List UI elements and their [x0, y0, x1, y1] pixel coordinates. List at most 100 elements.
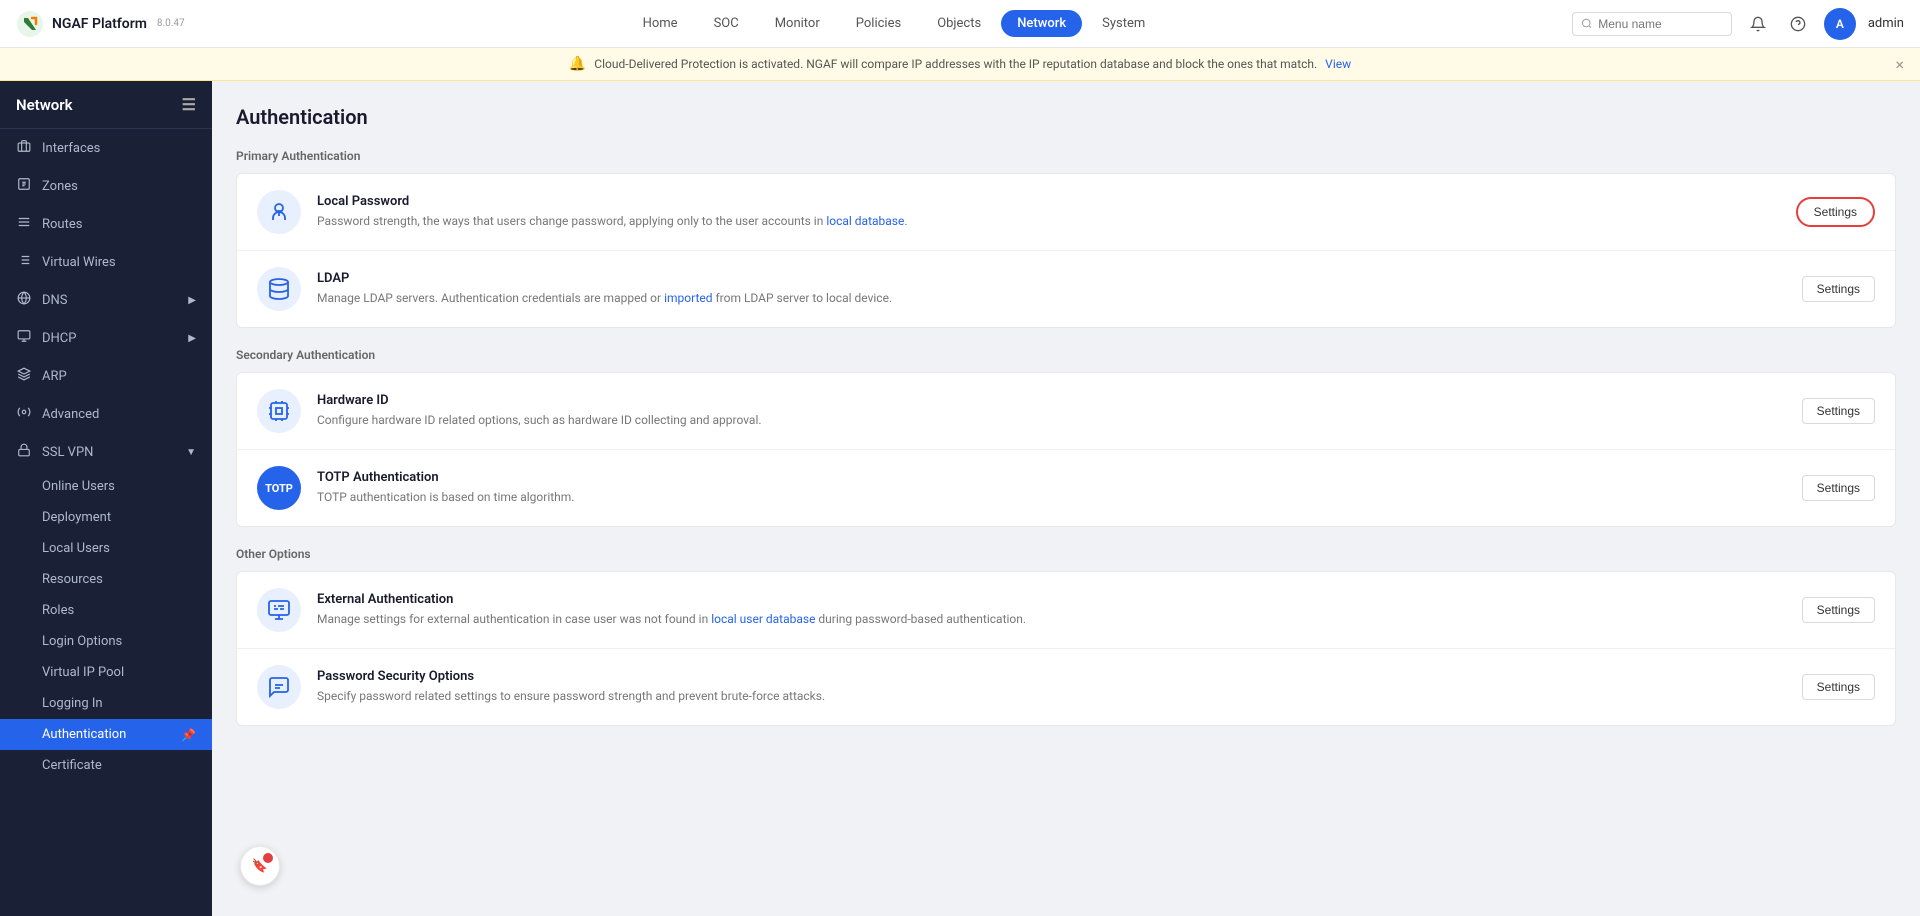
- external-auth-title: External Authentication: [317, 592, 1786, 607]
- sidebar-item-dhcp[interactable]: DHCP ▶: [0, 319, 212, 357]
- sidebar-item-label: Interfaces: [42, 141, 100, 156]
- search-input[interactable]: [1598, 17, 1723, 31]
- nav-policies[interactable]: Policies: [840, 10, 917, 37]
- brand: NGAF Platform 8.0.47: [16, 10, 216, 38]
- hardware-id-icon: [267, 399, 291, 423]
- sidebar-item-routes[interactable]: Routes: [0, 205, 212, 243]
- page-title: Authentication: [236, 105, 1896, 129]
- password-security-settings-button[interactable]: Settings: [1802, 674, 1875, 700]
- nav-objects[interactable]: Objects: [921, 10, 997, 37]
- help-icon: [1790, 16, 1806, 32]
- ldap-title: LDAP: [317, 271, 1786, 286]
- sidebar-item-virtual-wires[interactable]: Virtual Wires: [0, 243, 212, 281]
- sidebar-sub-virtual-ip-pool[interactable]: Virtual IP Pool: [0, 657, 212, 688]
- sidebar-sub-logging-in[interactable]: Logging In: [0, 688, 212, 719]
- sidebar-sub-label: Login Options: [42, 634, 122, 649]
- sidebar-item-dns[interactable]: DNS ▶: [0, 281, 212, 319]
- sidebar-item-label: DNS: [42, 293, 68, 308]
- ldap-info: LDAP Manage LDAP servers. Authentication…: [317, 271, 1786, 307]
- nav-monitor[interactable]: Monitor: [759, 10, 836, 37]
- external-auth-settings-button[interactable]: Settings: [1802, 597, 1875, 623]
- secondary-auth-label: Secondary Authentication: [236, 348, 1896, 362]
- arp-icon: [16, 367, 32, 385]
- banner-text: Cloud-Delivered Protection is activated.…: [594, 57, 1317, 71]
- local-password-title: Local Password: [317, 194, 1780, 209]
- ldap-desc: Manage LDAP servers. Authentication cred…: [317, 289, 1786, 307]
- sidebar-item-interfaces[interactable]: Interfaces: [0, 129, 212, 167]
- hardware-id-icon-wrap: [257, 389, 301, 433]
- search-icon: [1581, 17, 1592, 30]
- pin-icon: 📌: [181, 728, 196, 742]
- sidebar-item-label: Virtual Wires: [42, 255, 116, 270]
- other-options-section: External Authentication Manage settings …: [236, 571, 1896, 726]
- password-security-icon: [267, 675, 291, 699]
- sidebar-sub-online-users[interactable]: Online Users: [0, 471, 212, 502]
- auth-item-hardware-id: Hardware ID Configure hardware ID relate…: [237, 373, 1895, 450]
- nav-system[interactable]: System: [1086, 10, 1161, 37]
- nav-network[interactable]: Network: [1001, 10, 1082, 37]
- top-navigation: NGAF Platform 8.0.47 Home SOC Monitor Po…: [0, 0, 1920, 48]
- local-password-icon: [267, 200, 291, 224]
- brand-logo: [16, 10, 44, 38]
- fab-button[interactable]: 🔖: [240, 846, 280, 886]
- sidebar-sub-label: Roles: [42, 603, 74, 618]
- sidebar-header: Network ☰: [0, 81, 212, 129]
- other-options-label: Other Options: [236, 547, 1896, 561]
- sidebar-sub-label: Resources: [42, 572, 103, 587]
- sidebar-item-label: Zones: [42, 179, 78, 194]
- hardware-id-settings-button[interactable]: Settings: [1802, 398, 1875, 424]
- nav-home[interactable]: Home: [627, 10, 694, 37]
- hardware-id-info: Hardware ID Configure hardware ID relate…: [317, 393, 1786, 429]
- advanced-icon: [16, 405, 32, 423]
- sidebar-item-label: Advanced: [42, 407, 99, 422]
- password-security-icon-wrap: [257, 665, 301, 709]
- sidebar-item-zones[interactable]: Zones: [0, 167, 212, 205]
- sidebar-menu-icon[interactable]: ☰: [182, 95, 196, 114]
- sidebar-sub-authentication[interactable]: Authentication 📌: [0, 719, 212, 750]
- fab-dot: [263, 853, 273, 863]
- vpn-icon: [16, 443, 32, 461]
- auth-item-password-security: Password Security Options Specify passwo…: [237, 649, 1895, 725]
- sidebar-sub-resources[interactable]: Resources: [0, 564, 212, 595]
- brand-name: NGAF Platform: [52, 16, 147, 32]
- search-box[interactable]: [1572, 12, 1732, 36]
- sidebar-sub-label: Logging In: [42, 696, 103, 711]
- sidebar-sub-login-options[interactable]: Login Options: [0, 626, 212, 657]
- sidebar-item-advanced[interactable]: Advanced: [0, 395, 212, 433]
- sidebar-sub-roles[interactable]: Roles: [0, 595, 212, 626]
- auth-item-local-password: Local Password Password strength, the wa…: [237, 174, 1895, 251]
- dns-icon: [16, 291, 32, 309]
- local-password-icon-wrap: [257, 190, 301, 234]
- notification-banner: 🔔 Cloud-Delivered Protection is activate…: [0, 48, 1920, 81]
- sidebar-sub-deployment[interactable]: Deployment: [0, 502, 212, 533]
- route-icon: [16, 215, 32, 233]
- help-button[interactable]: [1784, 10, 1812, 38]
- sidebar-item-arp[interactable]: ARP: [0, 357, 212, 395]
- totp-settings-button[interactable]: Settings: [1802, 475, 1875, 501]
- notification-bell-button[interactable]: [1744, 10, 1772, 38]
- banner-view-link[interactable]: View: [1325, 57, 1351, 71]
- secondary-auth-section: Hardware ID Configure hardware ID relate…: [236, 372, 1896, 527]
- avatar[interactable]: A: [1824, 8, 1856, 40]
- totp-title: TOTP Authentication: [317, 470, 1786, 485]
- ldap-settings-button[interactable]: Settings: [1802, 276, 1875, 302]
- banner-close-button[interactable]: ×: [1895, 55, 1904, 74]
- external-auth-icon: [267, 598, 291, 622]
- local-password-settings-button[interactable]: Settings: [1796, 197, 1875, 227]
- bell-icon: 🔔: [569, 56, 586, 72]
- main-content: Authentication Primary Authentication Lo…: [212, 81, 1920, 916]
- zone-icon: [16, 177, 32, 195]
- local-password-desc: Password strength, the ways that users c…: [317, 212, 1780, 230]
- sidebar-item-label: DHCP: [42, 331, 76, 346]
- external-auth-info: External Authentication Manage settings …: [317, 592, 1786, 628]
- nav-soc[interactable]: SOC: [698, 10, 755, 37]
- dhcp-arrow-icon: ▶: [188, 333, 196, 344]
- sidebar-sub-certificate[interactable]: Certificate: [0, 750, 212, 781]
- admin-label[interactable]: admin: [1868, 16, 1904, 31]
- sidebar-sub-label: Deployment: [42, 510, 111, 525]
- sidebar-sub-local-users[interactable]: Local Users: [0, 533, 212, 564]
- password-security-desc: Specify password related settings to ens…: [317, 687, 1786, 705]
- sidebar-item-ssl-vpn[interactable]: SSL VPN ▼: [0, 433, 212, 471]
- sidebar-sub-label: Authentication: [42, 727, 126, 742]
- totp-desc: TOTP authentication is based on time alg…: [317, 488, 1786, 506]
